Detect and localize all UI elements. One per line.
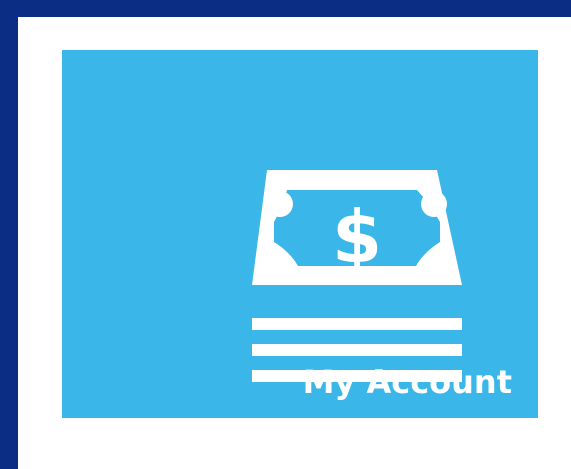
dollar-sign-icon: $ (332, 195, 382, 279)
tile-label: My Account (302, 363, 512, 401)
my-account-tile[interactable]: $ My Account (62, 50, 538, 418)
money-stack-icon: $ (252, 170, 462, 385)
